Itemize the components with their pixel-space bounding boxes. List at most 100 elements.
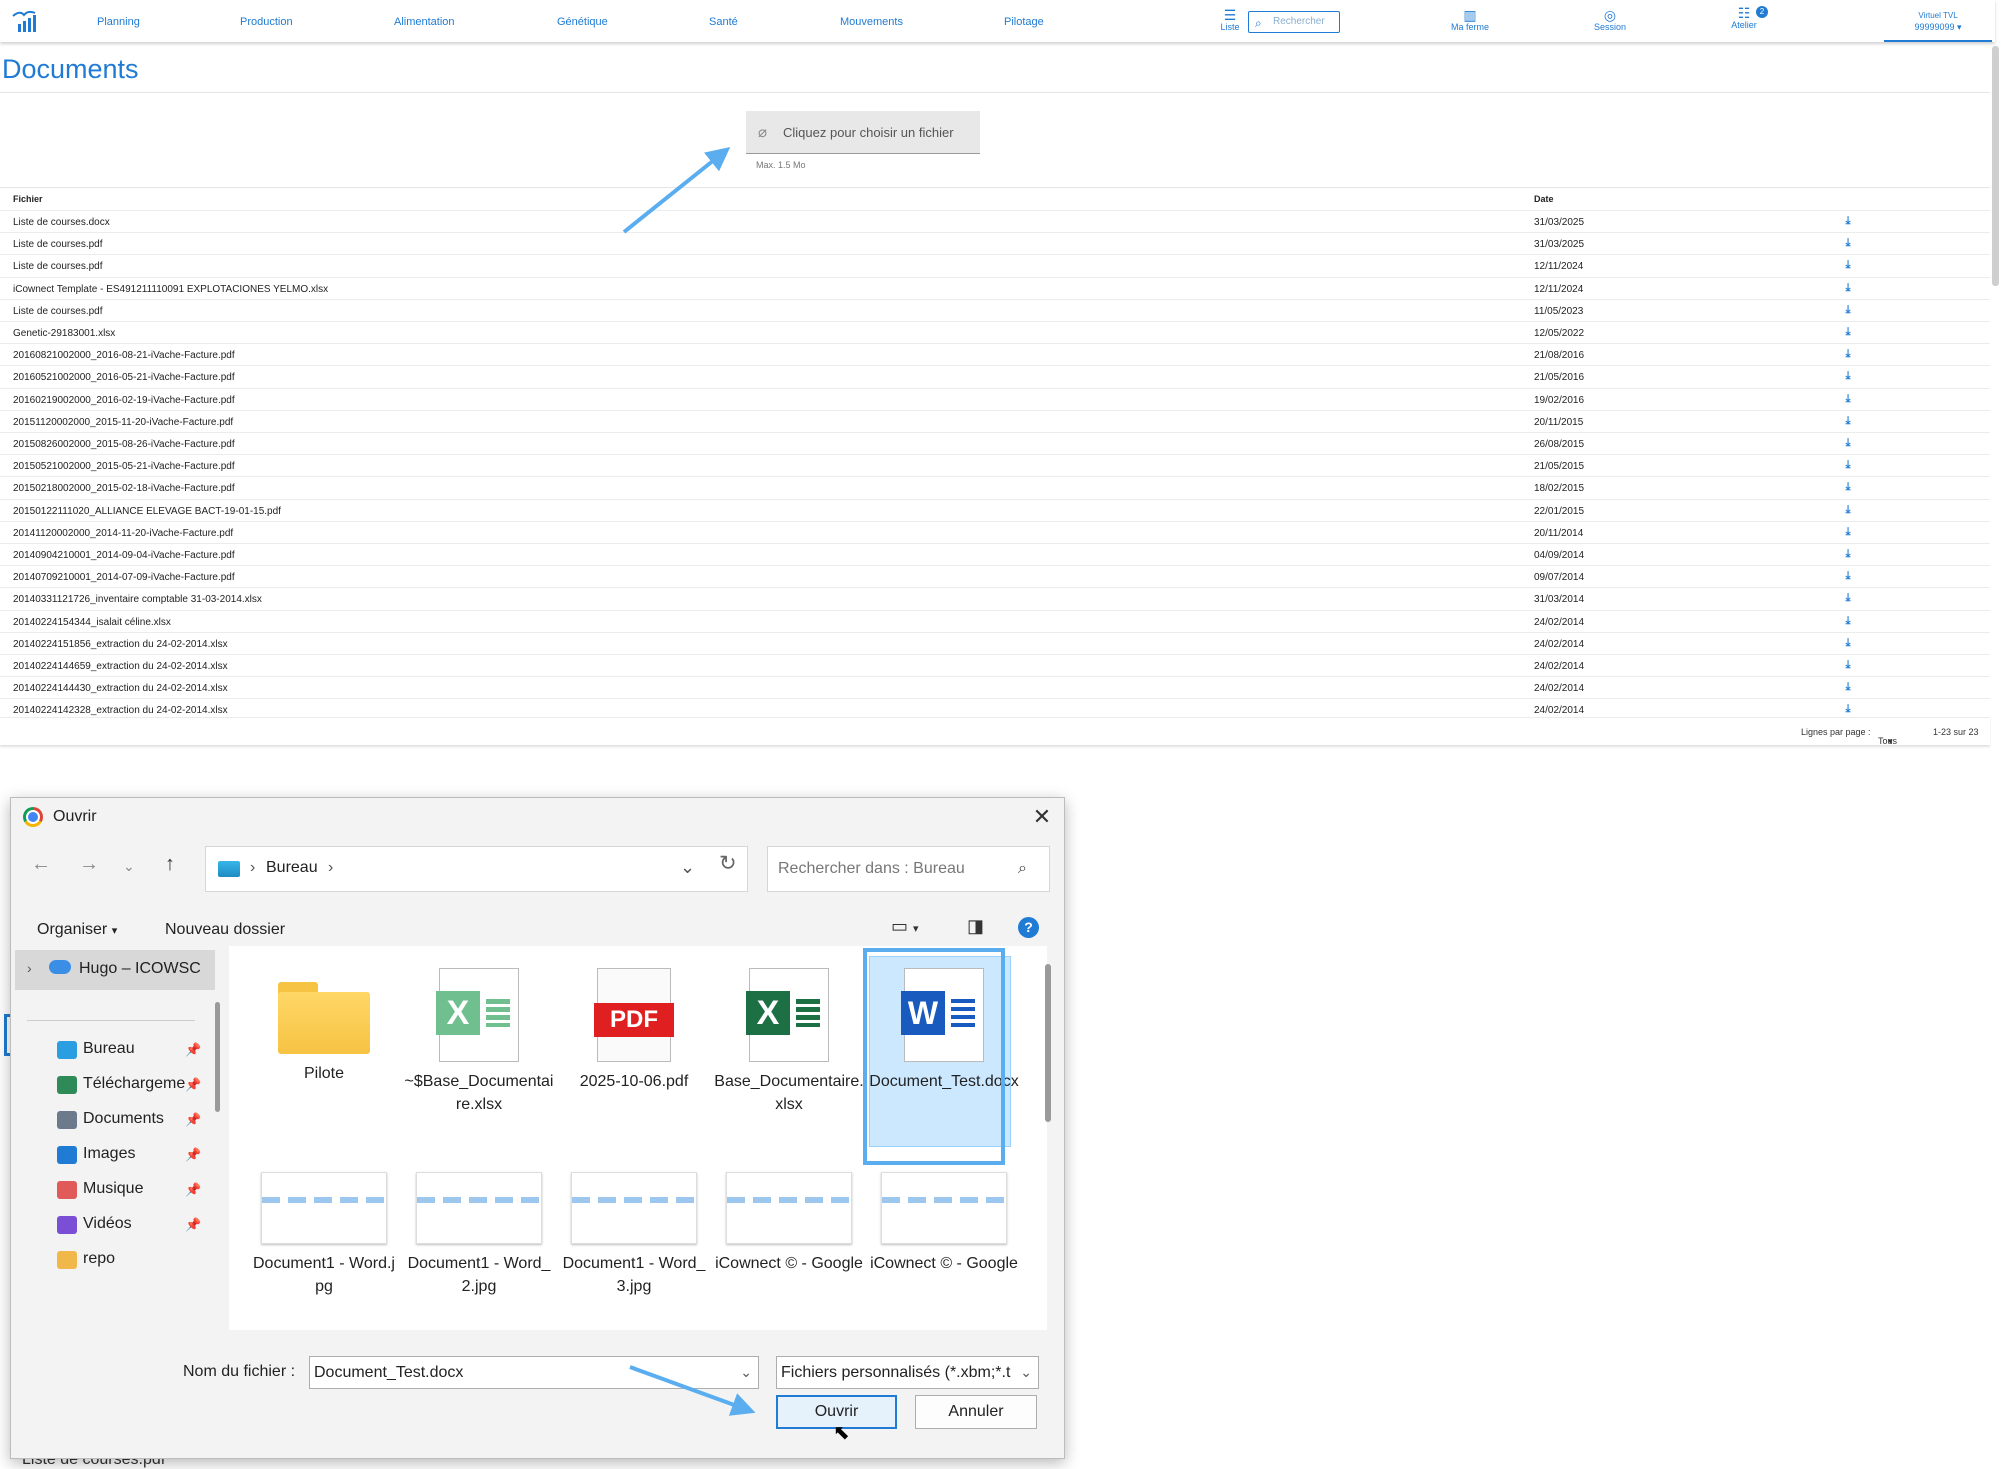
top-search-input[interactable]: ⌕ Rechercher <box>1248 11 1340 33</box>
app-logo-icon[interactable] <box>10 6 38 34</box>
pin-icon[interactable]: 📌 <box>185 1182 201 1198</box>
download-icon[interactable]: ⤓ <box>1842 437 1854 450</box>
table-row: 20151120002000_2015-11-20-iVache-Facture… <box>0 409 1990 432</box>
download-icon[interactable]: ⤓ <box>1842 615 1854 628</box>
file-tile[interactable]: iCownect © - Google <box>714 1152 864 1275</box>
organize-menu[interactable]: Organiser ▾ <box>37 921 117 939</box>
download-icon[interactable]: ⤓ <box>1842 282 1854 295</box>
my-farm-button[interactable]: ▥ Ma ferme <box>1440 8 1500 32</box>
column-header-file[interactable]: Fichier <box>13 194 43 204</box>
download-icon[interactable]: ⤓ <box>1842 237 1854 250</box>
download-icon[interactable]: ⤓ <box>1842 548 1854 561</box>
list-view-button[interactable]: ☰ Liste <box>1216 8 1244 32</box>
close-icon[interactable]: ✕ <box>1027 802 1057 832</box>
table-footer: Lignes par page : Tous ▾ 1-23 sur 23 <box>0 717 1990 746</box>
file-tile[interactable]: X ~$Base_Documentaire.xlsx <box>404 962 554 1116</box>
back-arrow-icon[interactable]: ← <box>31 853 51 876</box>
forward-arrow-icon[interactable]: → <box>79 853 99 876</box>
download-icon[interactable]: ⤓ <box>1842 570 1854 583</box>
excel-file-icon: X <box>714 968 864 1062</box>
download-icon[interactable]: ⤓ <box>1842 681 1854 694</box>
session-button[interactable]: ◎ Session <box>1580 8 1640 32</box>
recent-chevron-icon[interactable]: ⌄ <box>123 858 135 875</box>
new-folder-button[interactable]: Nouveau dossier <box>165 921 285 939</box>
download-icon[interactable]: ⤓ <box>1842 504 1854 517</box>
nav-mouvements[interactable]: Mouvements <box>840 16 903 28</box>
session-check-icon: ◎ <box>1603 7 1617 23</box>
table-row: 20140904210001_2014-09-04-iVache-Facture… <box>0 543 1990 565</box>
navigation-scrollbar[interactable] <box>215 1002 220 1112</box>
caret-down-icon: ▾ <box>111 925 118 937</box>
file-tile[interactable]: Pilote <box>249 962 399 1085</box>
cancel-button[interactable]: Annuler <box>915 1395 1037 1429</box>
open-file-dialog: Ouvrir ✕ ← → ⌄ ↑ › Bureau › ⌄ ↻ Recherch… <box>10 797 1065 1459</box>
onedrive-item[interactable]: › Hugo – ICOWSC <box>15 950 215 990</box>
download-icon[interactable]: ⤓ <box>1842 592 1854 605</box>
download-icon[interactable]: ⤓ <box>1842 348 1854 361</box>
nav-alimentation[interactable]: Alimentation <box>394 16 455 28</box>
file-name-cell: Liste de courses.pdf <box>13 239 103 251</box>
download-icon[interactable]: ⤓ <box>1842 304 1854 317</box>
thumb-file-icon <box>869 1172 1019 1244</box>
address-bar[interactable]: › Bureau › ⌄ <box>205 846 748 892</box>
download-icon[interactable]: ⤓ <box>1842 659 1854 672</box>
refresh-icon[interactable]: ↻ <box>719 851 737 876</box>
download-icon <box>57 1076 77 1094</box>
file-tile[interactable]: iCownect © - Google <box>869 1152 1019 1275</box>
view-options-icon[interactable]: ▭ ▾ <box>891 916 919 937</box>
sidebar-item-label: Documents <box>83 1110 164 1127</box>
upload-file-button[interactable]: ⌀ Cliquez pour choisir un fichier <box>746 111 980 154</box>
download-icon[interactable]: ⤓ <box>1842 215 1854 228</box>
desktop-folder-icon <box>218 861 240 877</box>
download-icon[interactable]: ⤓ <box>1842 459 1854 472</box>
pin-icon[interactable]: 📌 <box>185 1042 201 1058</box>
download-icon[interactable]: ⤓ <box>1842 703 1854 716</box>
file-name-cell: 20150521002000_2015-05-21-iVache-Facture… <box>13 461 235 473</box>
dialog-search-input[interactable]: Rechercher dans : Bureau ⌕ <box>767 846 1050 892</box>
preview-pane-icon[interactable]: ◨ <box>967 916 984 937</box>
nav-sante[interactable]: Santé <box>709 16 738 28</box>
file-list-scrollbar[interactable] <box>1045 964 1051 1122</box>
rows-per-page-label: Lignes par page : <box>1801 727 1871 737</box>
download-icon[interactable]: ⤓ <box>1842 526 1854 539</box>
breadcrumb-bureau[interactable]: Bureau <box>266 859 318 877</box>
file-tile[interactable]: Document1 - Word_3.jpg <box>559 1152 709 1298</box>
pin-icon[interactable]: 📌 <box>185 1217 201 1233</box>
onedrive-label: Hugo – ICOWSC <box>79 960 201 977</box>
download-icon[interactable]: ⤓ <box>1842 481 1854 494</box>
page-title: Documents <box>2 54 139 84</box>
download-icon[interactable]: ⤓ <box>1842 637 1854 650</box>
file-tile[interactable]: X Base_Documentaire.xlsx <box>714 962 864 1116</box>
table-row: 20150826002000_2015-08-26-iVache-Facture… <box>0 432 1990 454</box>
pin-icon[interactable]: 📌 <box>185 1112 201 1128</box>
nav-pilotage[interactable]: Pilotage <box>1004 16 1044 28</box>
download-icon[interactable]: ⤓ <box>1842 415 1854 428</box>
file-date-cell: 12/11/2024 <box>1534 283 1584 295</box>
file-list-pane: Pilote X ~$Base_Documentaire.xlsx PDF 2025-1… <box>229 946 1047 1330</box>
download-icon[interactable]: ⤓ <box>1842 370 1854 383</box>
nav-production[interactable]: Production <box>240 16 293 28</box>
download-icon[interactable]: ⤓ <box>1842 259 1854 272</box>
file-type-select[interactable]: Fichiers personnalisés (*.xbm;*.t ⌄ <box>776 1356 1039 1389</box>
file-date-cell: 20/11/2015 <box>1534 416 1584 428</box>
page-scrollbar[interactable] <box>1992 46 1999 286</box>
file-date-cell: 21/05/2016 <box>1534 372 1585 384</box>
nav-planning[interactable]: Planning <box>97 16 140 28</box>
help-icon[interactable]: ? <box>1018 917 1039 938</box>
download-icon[interactable]: ⤓ <box>1842 326 1854 339</box>
download-icon[interactable]: ⤓ <box>1842 393 1854 406</box>
file-tile[interactable]: Document1 - Word.jpg <box>249 1152 399 1298</box>
farm-selector[interactable]: Virtuel TVL 99999099 ▾ <box>1884 8 1992 42</box>
file-name-cell: 20140224154344_isalait céline.xlsx <box>13 616 171 628</box>
address-dropdown-icon[interactable]: ⌄ <box>680 857 695 878</box>
filename-input[interactable]: Document_Test.docx ⌄ <box>309 1356 759 1389</box>
file-tile[interactable]: PDF 2025-10-06.pdf <box>559 962 709 1093</box>
file-tile[interactable]: Document1 - Word_2.jpg <box>404 1152 554 1298</box>
thumb-file-icon <box>559 1172 709 1244</box>
pin-icon[interactable]: 📌 <box>185 1077 201 1093</box>
pin-icon[interactable]: 📌 <box>185 1147 201 1163</box>
column-header-date[interactable]: Date <box>1534 194 1554 204</box>
atelier-label: Atelier <box>1731 20 1757 30</box>
up-arrow-icon[interactable]: ↑ <box>165 853 175 876</box>
nav-genetique[interactable]: Génétique <box>557 16 608 28</box>
